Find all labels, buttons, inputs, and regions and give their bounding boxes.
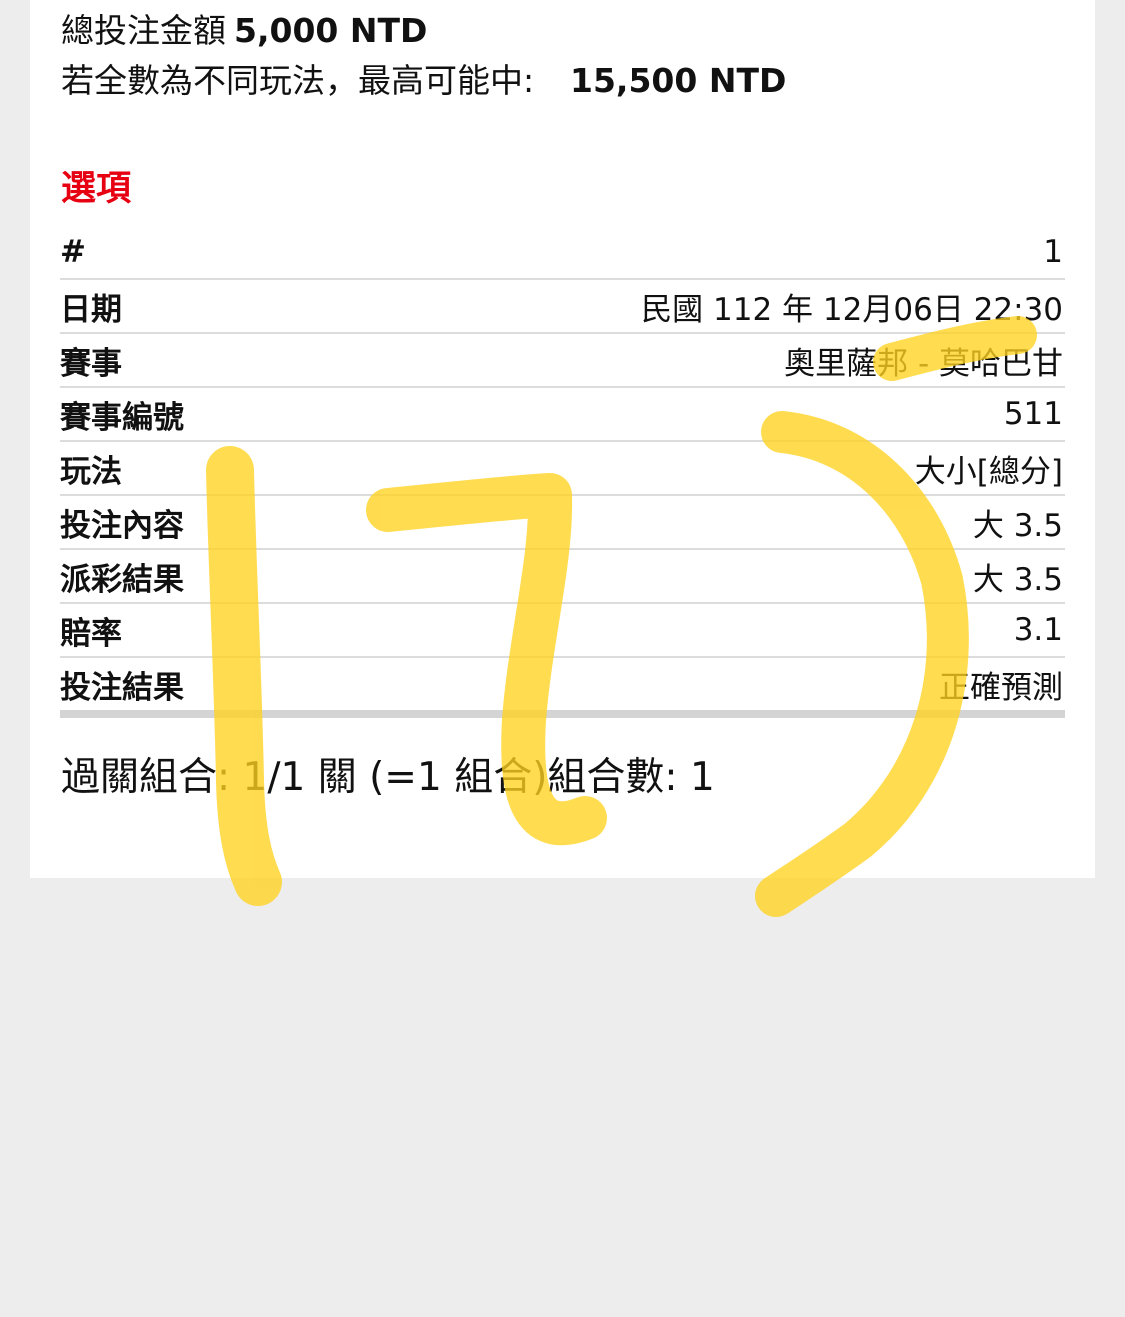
total-bet-line: 總投注金額 5,000 NTD (61, 6, 1065, 56)
row-label: 賽事編號 (60, 399, 184, 436)
row-value: 1 (1043, 234, 1063, 270)
table-row: 賽事編號 511 (60, 388, 1065, 442)
row-label: 玩法 (60, 453, 122, 490)
table-bottom-divider (60, 710, 1065, 718)
total-bet-amount: 5,000 NTD (234, 11, 428, 50)
row-label: 賽事 (60, 345, 122, 382)
table-row: 賠率 3.1 (60, 604, 1065, 658)
max-payout-line: 若全數為不同玩法，最高可能中: 15,500 NTD (61, 56, 1065, 156)
row-label: # (60, 234, 86, 270)
max-payout-label: 若全數為不同玩法，最高可能中: (61, 61, 535, 100)
table-row: 賽事 奧里薩邦 - 莫哈巴甘 (60, 334, 1065, 388)
table-row: # 1 (60, 226, 1065, 280)
total-bet-label: 總投注金額 (61, 11, 226, 50)
table-row: 投注內容 大 3.5 (60, 496, 1065, 550)
table-row: 投注結果 正確預測 (60, 658, 1065, 710)
row-label: 賠率 (60, 615, 122, 652)
row-label: 投注結果 (60, 669, 184, 706)
row-label: 投注內容 (60, 507, 184, 544)
row-value: 正確預測 (939, 669, 1063, 706)
table-row: 玩法 大小[總分] (60, 442, 1065, 496)
row-label: 派彩結果 (60, 561, 184, 598)
row-value: 民國 112 年 12月06日 22:30 (641, 291, 1063, 328)
row-value: 3.1 (1013, 612, 1063, 648)
parlay-combination-text: 過關組合: 1/1 關 (=1 組合)組合數: 1 (61, 755, 715, 800)
row-value: 大 3.5 (972, 561, 1063, 598)
row-value: 511 (1003, 396, 1063, 432)
row-value: 大小[總分] (914, 453, 1063, 490)
row-value: 大 3.5 (972, 507, 1063, 544)
row-value: 奧里薩邦 - 莫哈巴甘 (784, 345, 1063, 382)
bet-summary: 總投注金額 5,000 NTD 若全數為不同玩法，最高可能中: 15,500 NT… (61, 6, 1065, 156)
table-row: 派彩結果 大 3.5 (60, 550, 1065, 604)
bet-detail-table: # 1 日期 民國 112 年 12月06日 22:30 賽事 奧里薩邦 - 莫… (60, 226, 1065, 718)
row-label: 日期 (60, 291, 122, 328)
max-payout-amount: 15,500 NTD (570, 61, 787, 100)
options-heading: 選項 (61, 169, 132, 209)
table-row: 日期 民國 112 年 12月06日 22:30 (60, 280, 1065, 334)
